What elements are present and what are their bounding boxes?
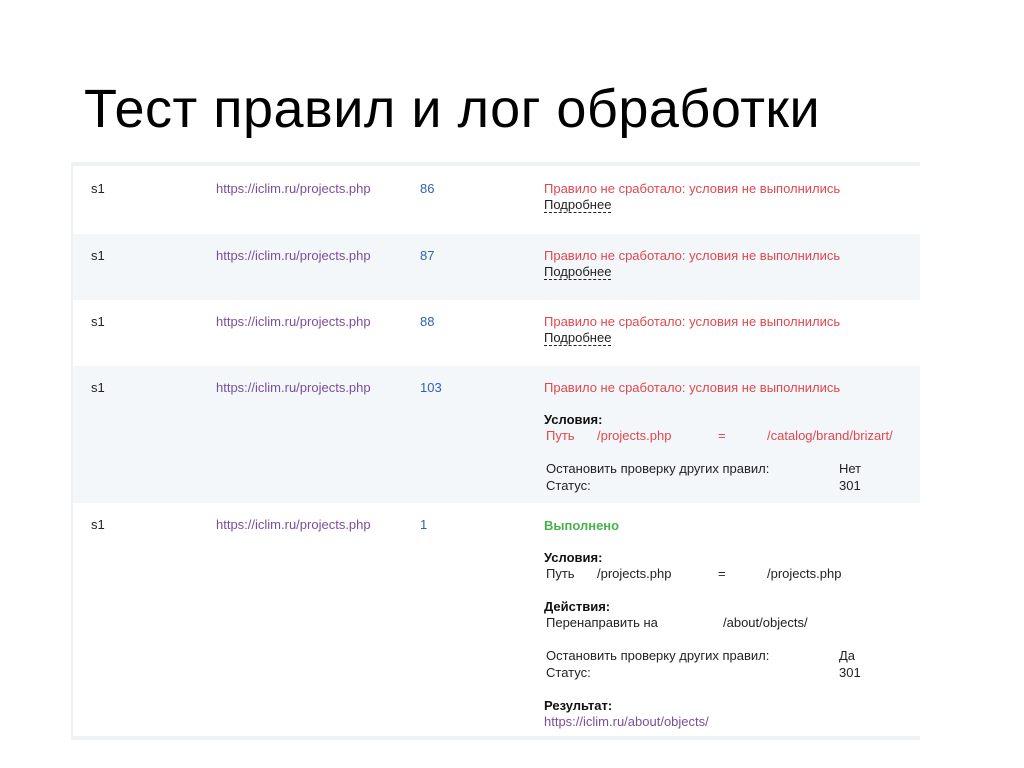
- result-title: Результат:: [544, 698, 613, 713]
- status-value: 301: [839, 478, 861, 493]
- condition-row: Путь /projects.php = /catalog/brand/briz…: [544, 428, 914, 445]
- conditions-title: Условия:: [544, 412, 603, 427]
- processing-log-table: s1 https://iclim.ru/projects.php 86 Прав…: [71, 162, 920, 740]
- status-message: Правило не сработало: условия не выполни…: [544, 248, 841, 263]
- result-cell: Правило не сработало: условия не выполни…: [544, 314, 914, 346]
- result-url[interactable]: https://iclim.ru/about/objects/: [544, 714, 914, 730]
- status-label: Статус:: [546, 665, 591, 680]
- page-title: Тест правил и лог обработки: [84, 79, 821, 139]
- condition-value: /projects.php: [597, 428, 672, 443]
- conditions-title: Условия:: [544, 550, 603, 565]
- rule-id: 86: [420, 181, 435, 196]
- stop-checking-label: Остановить проверку других правил:: [546, 461, 770, 476]
- status-message: Правило не сработало: условия не выполни…: [544, 314, 841, 329]
- site-id: s1: [91, 380, 105, 395]
- rule-id: 103: [420, 380, 442, 395]
- action-label: Перенаправить на: [546, 615, 658, 630]
- request-url: https://iclim.ru/projects.php: [216, 517, 371, 532]
- status-value: 301: [839, 665, 861, 680]
- table-row: s1 https://iclim.ru/projects.php 1 Выпол…: [73, 503, 920, 738]
- table-row: s1 https://iclim.ru/projects.php 86 Прав…: [73, 166, 920, 234]
- status-row: Статус: 301: [544, 665, 914, 682]
- table-row: s1 https://iclim.ru/projects.php 87 Прав…: [73, 234, 920, 300]
- details-link[interactable]: Подробнее: [544, 265, 612, 280]
- stop-checking-value: Да: [839, 648, 856, 663]
- request-url: https://iclim.ru/projects.php: [216, 181, 371, 196]
- status-row: Статус: 301: [544, 478, 914, 495]
- condition-field: Путь: [546, 428, 575, 443]
- action-row: Перенаправить на /about/objects/: [544, 615, 914, 632]
- status-message: Правило не сработало: условия не выполни…: [544, 380, 841, 395]
- result-cell: Правило не сработало: условия не выполни…: [544, 181, 914, 213]
- table-row: s1 https://iclim.ru/projects.php 103 Пра…: [73, 366, 920, 503]
- status-message: Выполнено: [544, 518, 620, 533]
- actions-title: Действия:: [544, 599, 611, 614]
- stop-checking-row: Остановить проверку других правил: Да: [544, 648, 914, 665]
- site-id: s1: [91, 248, 105, 263]
- condition-target: /projects.php: [767, 566, 842, 581]
- stop-checking-label: Остановить проверку других правил:: [546, 648, 770, 663]
- details-link[interactable]: Подробнее: [544, 198, 612, 213]
- condition-row: Путь /projects.php = /projects.php: [544, 566, 914, 583]
- rule-id: 88: [420, 314, 435, 329]
- action-target: /about/objects/: [723, 615, 808, 630]
- site-id: s1: [91, 181, 105, 196]
- site-id: s1: [91, 314, 105, 329]
- result-cell: Выполнено Условия: Путь /projects.php = …: [544, 518, 914, 730]
- site-id: s1: [91, 517, 105, 532]
- condition-value: /projects.php: [597, 566, 672, 581]
- request-url: https://iclim.ru/projects.php: [216, 380, 371, 395]
- result-cell: Правило не сработало: условия не выполни…: [544, 248, 914, 280]
- table-row: s1 https://iclim.ru/projects.php 88 Прав…: [73, 300, 920, 366]
- condition-field: Путь: [546, 566, 575, 581]
- result-cell: Правило не сработало: условия не выполни…: [544, 380, 914, 495]
- stop-checking-value: Нет: [839, 461, 862, 476]
- condition-target: /catalog/brand/brizart/: [767, 428, 893, 443]
- request-url: https://iclim.ru/projects.php: [216, 314, 371, 329]
- details-link[interactable]: Подробнее: [544, 331, 612, 346]
- rule-id: 1: [420, 517, 428, 532]
- condition-operator: =: [718, 428, 726, 443]
- stop-checking-row: Остановить проверку других правил: Нет: [544, 461, 914, 478]
- status-message: Правило не сработало: условия не выполни…: [544, 181, 841, 196]
- condition-operator: =: [718, 566, 726, 581]
- rule-id: 87: [420, 248, 435, 263]
- request-url: https://iclim.ru/projects.php: [216, 248, 371, 263]
- status-label: Статус:: [546, 478, 591, 493]
